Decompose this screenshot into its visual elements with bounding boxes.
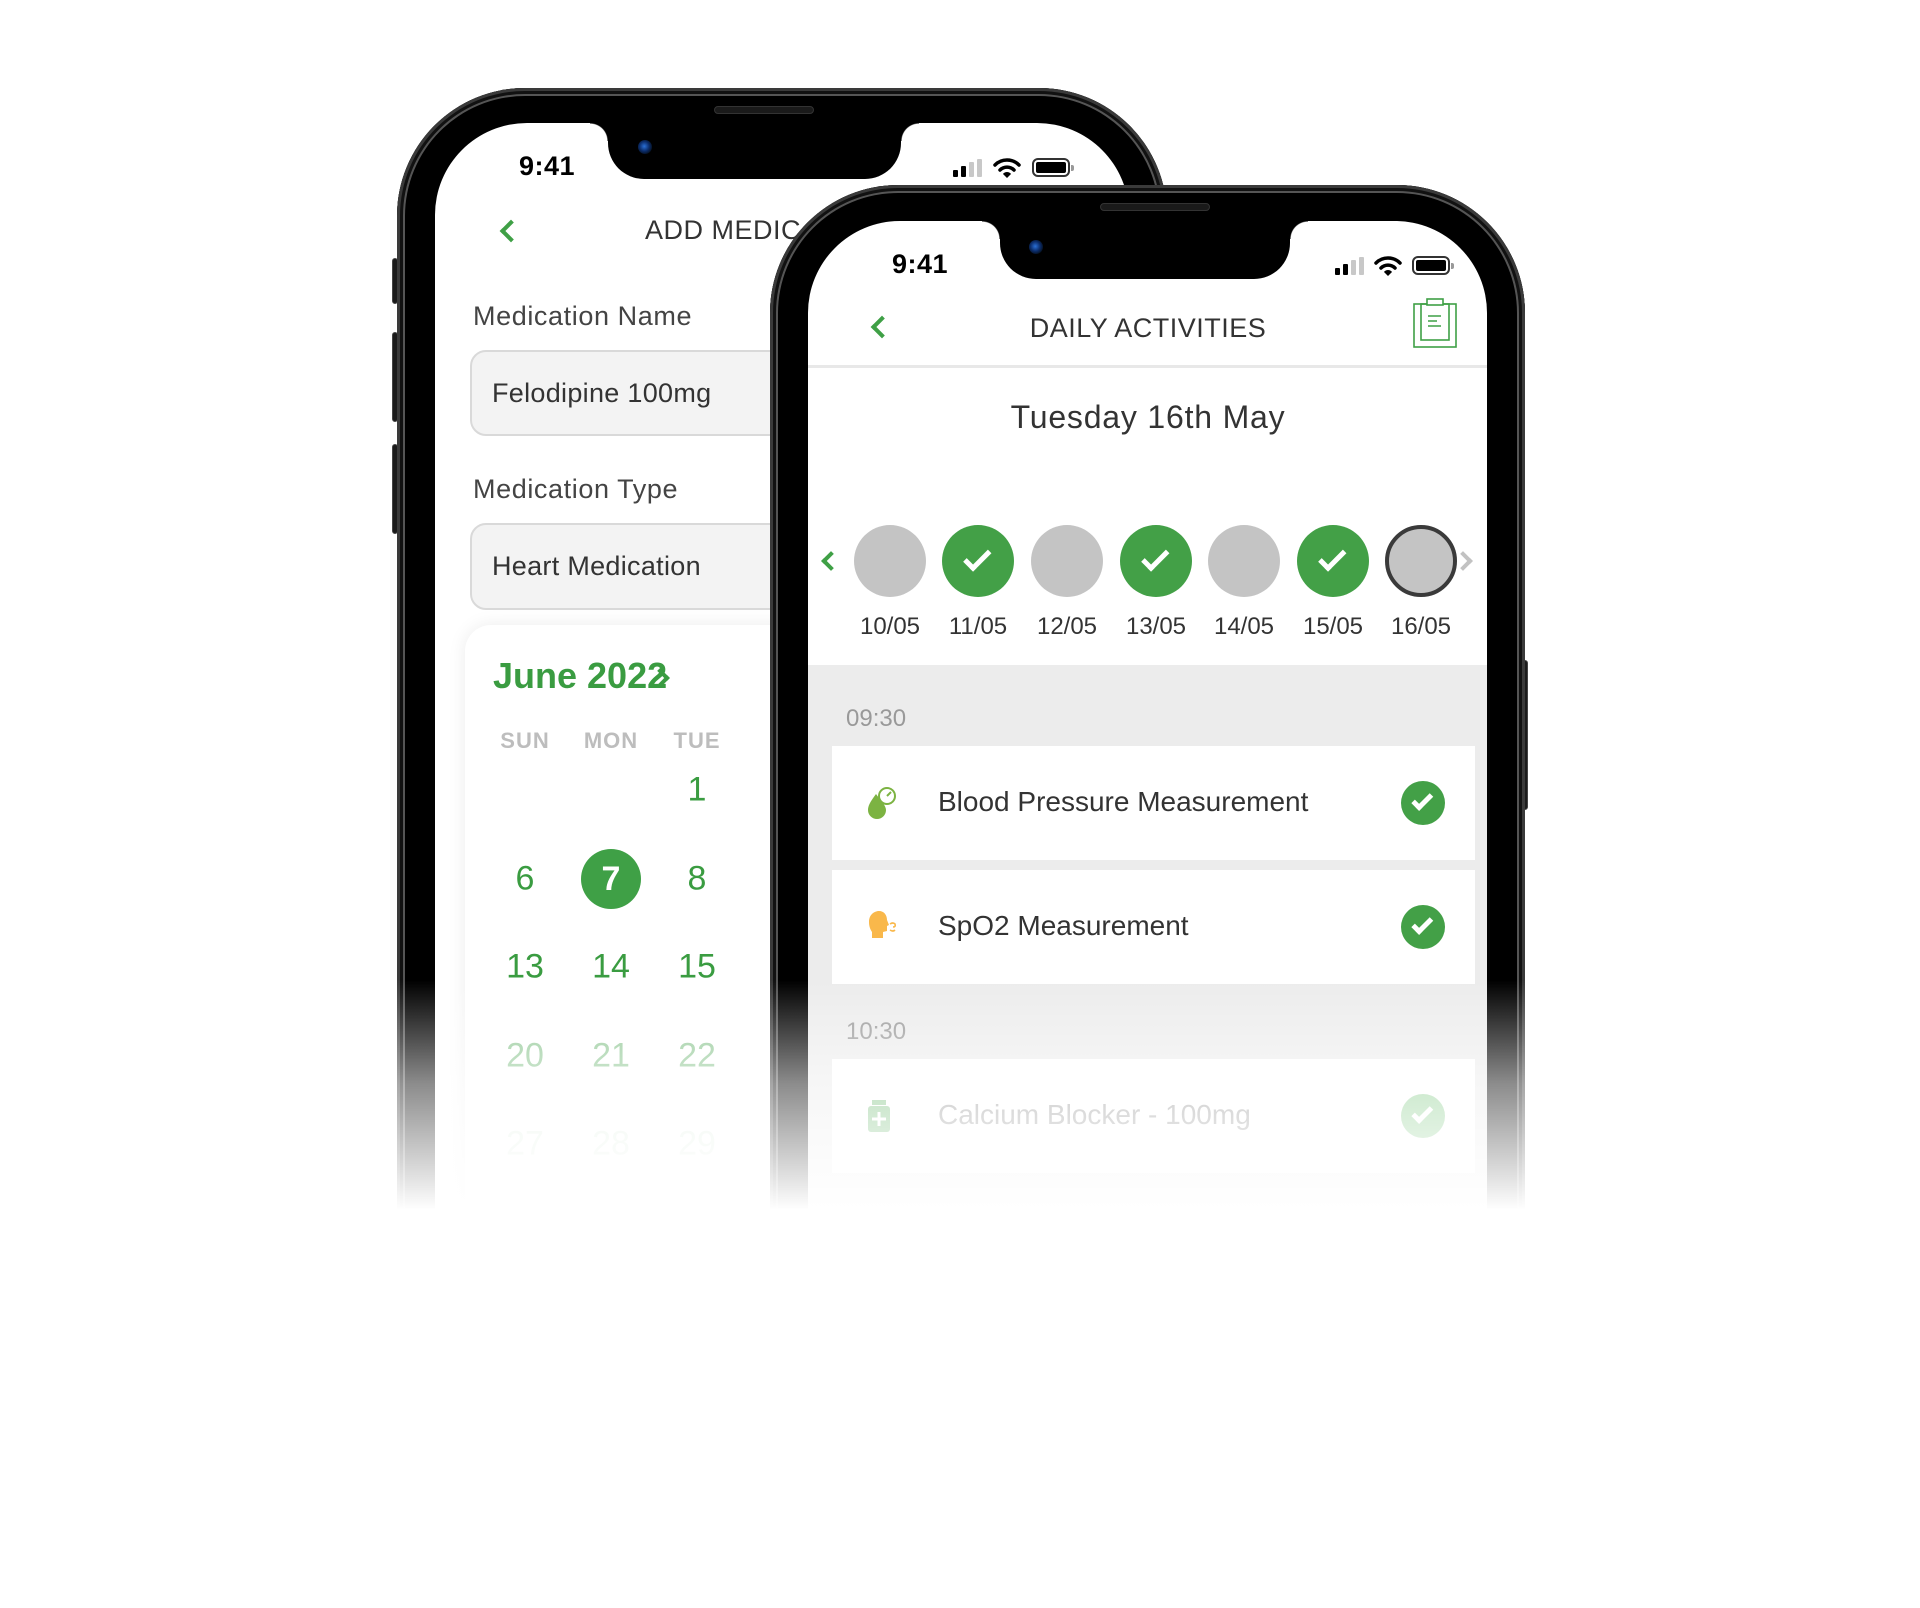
- notch: [590, 123, 919, 179]
- activity-card[interactable]: SpO2 Measurement: [832, 870, 1475, 984]
- cellular-signal-icon: [953, 159, 982, 177]
- status-time: 9:41: [519, 151, 576, 181]
- calendar-month-label: June 2022: [493, 655, 668, 696]
- notch: [982, 221, 1308, 279]
- clipboard-icon[interactable]: [1413, 298, 1457, 348]
- check-icon: [1141, 543, 1170, 572]
- header-divider: [808, 365, 1487, 368]
- day-label: 11/05: [948, 613, 1008, 640]
- bottom-whitespace: [0, 1209, 1920, 1608]
- day-status-circle[interactable]: [1208, 525, 1280, 597]
- selected-date-title: Tuesday 16th May: [1010, 399, 1286, 435]
- day-label: 14/05: [1213, 613, 1275, 640]
- day-label: 12/05: [1036, 613, 1098, 640]
- activity-name: SpO2 Measurement: [938, 910, 1189, 941]
- day-status-circle[interactable]: [1385, 525, 1457, 597]
- day-status-circle[interactable]: [1120, 525, 1192, 597]
- battery-icon: [1412, 256, 1454, 275]
- status-time: 9:41: [892, 249, 949, 279]
- medication-name-label: Medication Name: [473, 301, 693, 331]
- wifi-icon: [1374, 256, 1402, 276]
- day-label: 13/05: [1125, 613, 1187, 640]
- blood-pressure-icon: [866, 786, 896, 825]
- bottom-fade-overlay: [0, 980, 1920, 1210]
- calendar-day[interactable]: 1: [688, 771, 707, 810]
- back-chevron-icon[interactable]: [499, 219, 523, 243]
- day-status-circle[interactable]: [1297, 525, 1369, 597]
- wifi-icon: [993, 158, 1021, 178]
- spo2-breathing-icon: [866, 910, 898, 945]
- earpiece-speaker: [1100, 203, 1210, 211]
- completed-check-icon: [1401, 905, 1445, 949]
- cellular-signal-icon: [1335, 257, 1364, 275]
- medication-type-label: Medication Type: [473, 474, 679, 504]
- weekday-label: SUN: [500, 728, 550, 753]
- calendar-day[interactable]: 8: [688, 860, 707, 899]
- previous-week-chevron-icon[interactable]: [821, 551, 841, 571]
- activity-name: Blood Pressure Measurement: [938, 786, 1309, 817]
- front-camera: [1029, 240, 1043, 254]
- front-camera: [638, 140, 652, 154]
- time-slot-label: 09:30: [846, 705, 907, 732]
- calendar-day[interactable]: 6: [516, 860, 535, 899]
- weekday-label: TUE: [673, 728, 721, 753]
- day-label: 16/05: [1390, 613, 1452, 640]
- day-label: 10/05: [859, 613, 921, 640]
- day-status-circle[interactable]: [942, 525, 1014, 597]
- weekday-label: MON: [583, 728, 639, 753]
- day-status-circle[interactable]: [854, 525, 926, 597]
- check-icon: [963, 543, 992, 572]
- check-icon: [1318, 543, 1347, 572]
- activity-card[interactable]: Blood Pressure Measurement: [832, 746, 1475, 860]
- back-chevron-icon[interactable]: [870, 315, 894, 339]
- completed-check-icon: [1401, 781, 1445, 825]
- calendar-day-selected[interactable]: 7: [581, 849, 641, 909]
- page-title: DAILY ACTIVITIES: [1029, 313, 1267, 343]
- day-label: 15/05: [1302, 613, 1364, 640]
- battery-icon: [1032, 158, 1074, 177]
- day-status-circle[interactable]: [1031, 525, 1103, 597]
- earpiece-speaker: [714, 106, 814, 114]
